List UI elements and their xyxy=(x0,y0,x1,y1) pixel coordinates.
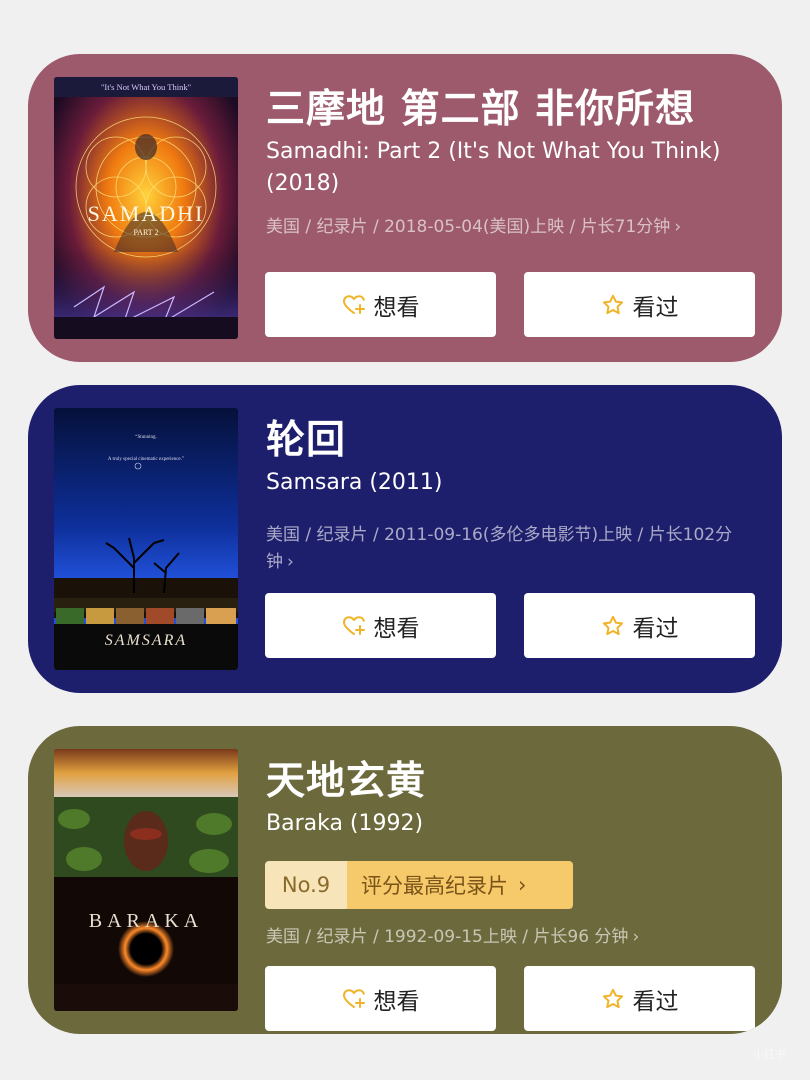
want-label: 想看 xyxy=(373,615,420,642)
want-to-watch-button[interactable]: 想看 xyxy=(265,272,496,337)
chevron-right-icon: › xyxy=(632,927,640,947)
chevron-right-icon: › xyxy=(518,873,527,897)
movie-meta[interactable]: 美国 / 纪录片 / 2018-05-04(美国)上映 / 片长71分钟 › xyxy=(266,214,756,241)
want-to-watch-button[interactable]: 想看 xyxy=(265,593,496,658)
poster-logo: BARAKA xyxy=(89,910,203,932)
want-to-watch-button[interactable]: 想看 xyxy=(265,966,496,1031)
movie-title: 三摩地 第二部 非你所想 xyxy=(266,87,696,132)
watched-button[interactable]: 看过 xyxy=(524,272,755,337)
movie-meta-text: 美国 / 纪录片 / 1992-09-15上映 / 片长96 分钟 xyxy=(266,927,629,947)
movie-original-title: Samadhi: Part 2 (It's Not What You Think… xyxy=(266,139,721,196)
heart-plus-icon xyxy=(342,988,365,1008)
ranking-badge[interactable]: No.9 评分最高纪录片 › xyxy=(265,861,573,909)
poster-samadhi-art: "It's Not What You Think" SAMADHI PART 2 xyxy=(54,77,238,339)
movie-title: 轮回 xyxy=(266,418,347,463)
star-icon xyxy=(602,988,623,1008)
movie-meta-text: 美国 / 纪录片 / 2018-05-04(美国)上映 / 片长71分钟 xyxy=(266,217,671,237)
poster-logo: SAMADHI xyxy=(88,201,205,226)
movie-original-title: Baraka (1992) xyxy=(266,811,424,836)
poster-baraka-art: BARAKA xyxy=(54,749,238,1011)
watched-button[interactable]: 看过 xyxy=(524,593,755,658)
chevron-right-icon: › xyxy=(287,552,294,572)
movie-meta[interactable]: 美国 / 纪录片 / 1992-09-15上映 / 片长96 分钟 › xyxy=(266,924,756,951)
movie-meta-text: 美国 / 纪录片 / 2011-09-16(多伦多电影节)上映 / 片长102分… xyxy=(266,525,733,572)
seen-label: 看过 xyxy=(632,988,679,1015)
poster-samsara[interactable]: “Stunning. A truly special cinematic exp… xyxy=(54,408,238,670)
svg-text:“Stunning.: “Stunning. xyxy=(135,434,157,440)
seen-label: 看过 xyxy=(632,294,679,321)
heart-plus-icon xyxy=(342,294,365,314)
movie-card-samsara[interactable]: “Stunning. A truly special cinematic exp… xyxy=(28,385,782,693)
svg-text:A truly special cinematic expe: A truly special cinematic experience.” xyxy=(108,457,184,462)
watermark: 小红书 xyxy=(753,1048,786,1061)
want-label: 想看 xyxy=(373,294,420,321)
ranking-number: No.9 xyxy=(265,861,347,909)
watched-button[interactable]: 看过 xyxy=(524,966,755,1031)
poster-baraka[interactable]: BARAKA xyxy=(54,749,238,1011)
movie-card-samadhi[interactable]: "It's Not What You Think" SAMADHI PART 2… xyxy=(28,54,782,362)
movie-title: 天地玄黄 xyxy=(266,759,427,804)
ranking-label-text: 评分最高纪录片 xyxy=(361,874,508,898)
chevron-right-icon: › xyxy=(674,217,682,237)
ranking-label: 评分最高纪录片 › xyxy=(347,861,573,909)
poster-part: PART 2 xyxy=(133,228,158,237)
heart-plus-icon xyxy=(342,615,365,635)
movie-original-title: Samsara (2011) xyxy=(266,470,443,495)
star-icon xyxy=(602,615,623,635)
poster-samsara-art: “Stunning. A truly special cinematic exp… xyxy=(54,408,238,670)
star-icon xyxy=(602,294,623,314)
want-label: 想看 xyxy=(373,988,420,1015)
poster-samadhi[interactable]: "It's Not What You Think" SAMADHI PART 2 xyxy=(54,77,238,339)
poster-logo: SAMSARA xyxy=(105,632,187,649)
poster-tagline: "It's Not What You Think" xyxy=(101,82,191,92)
movie-meta[interactable]: 美国 / 纪录片 / 2011-09-16(多伦多电影节)上映 / 片长102分… xyxy=(266,522,756,576)
movie-card-baraka[interactable]: BARAKA 天地玄黄 Baraka (1992) No.9 评分最高纪录片 ›… xyxy=(28,726,782,1034)
seen-label: 看过 xyxy=(632,615,679,642)
